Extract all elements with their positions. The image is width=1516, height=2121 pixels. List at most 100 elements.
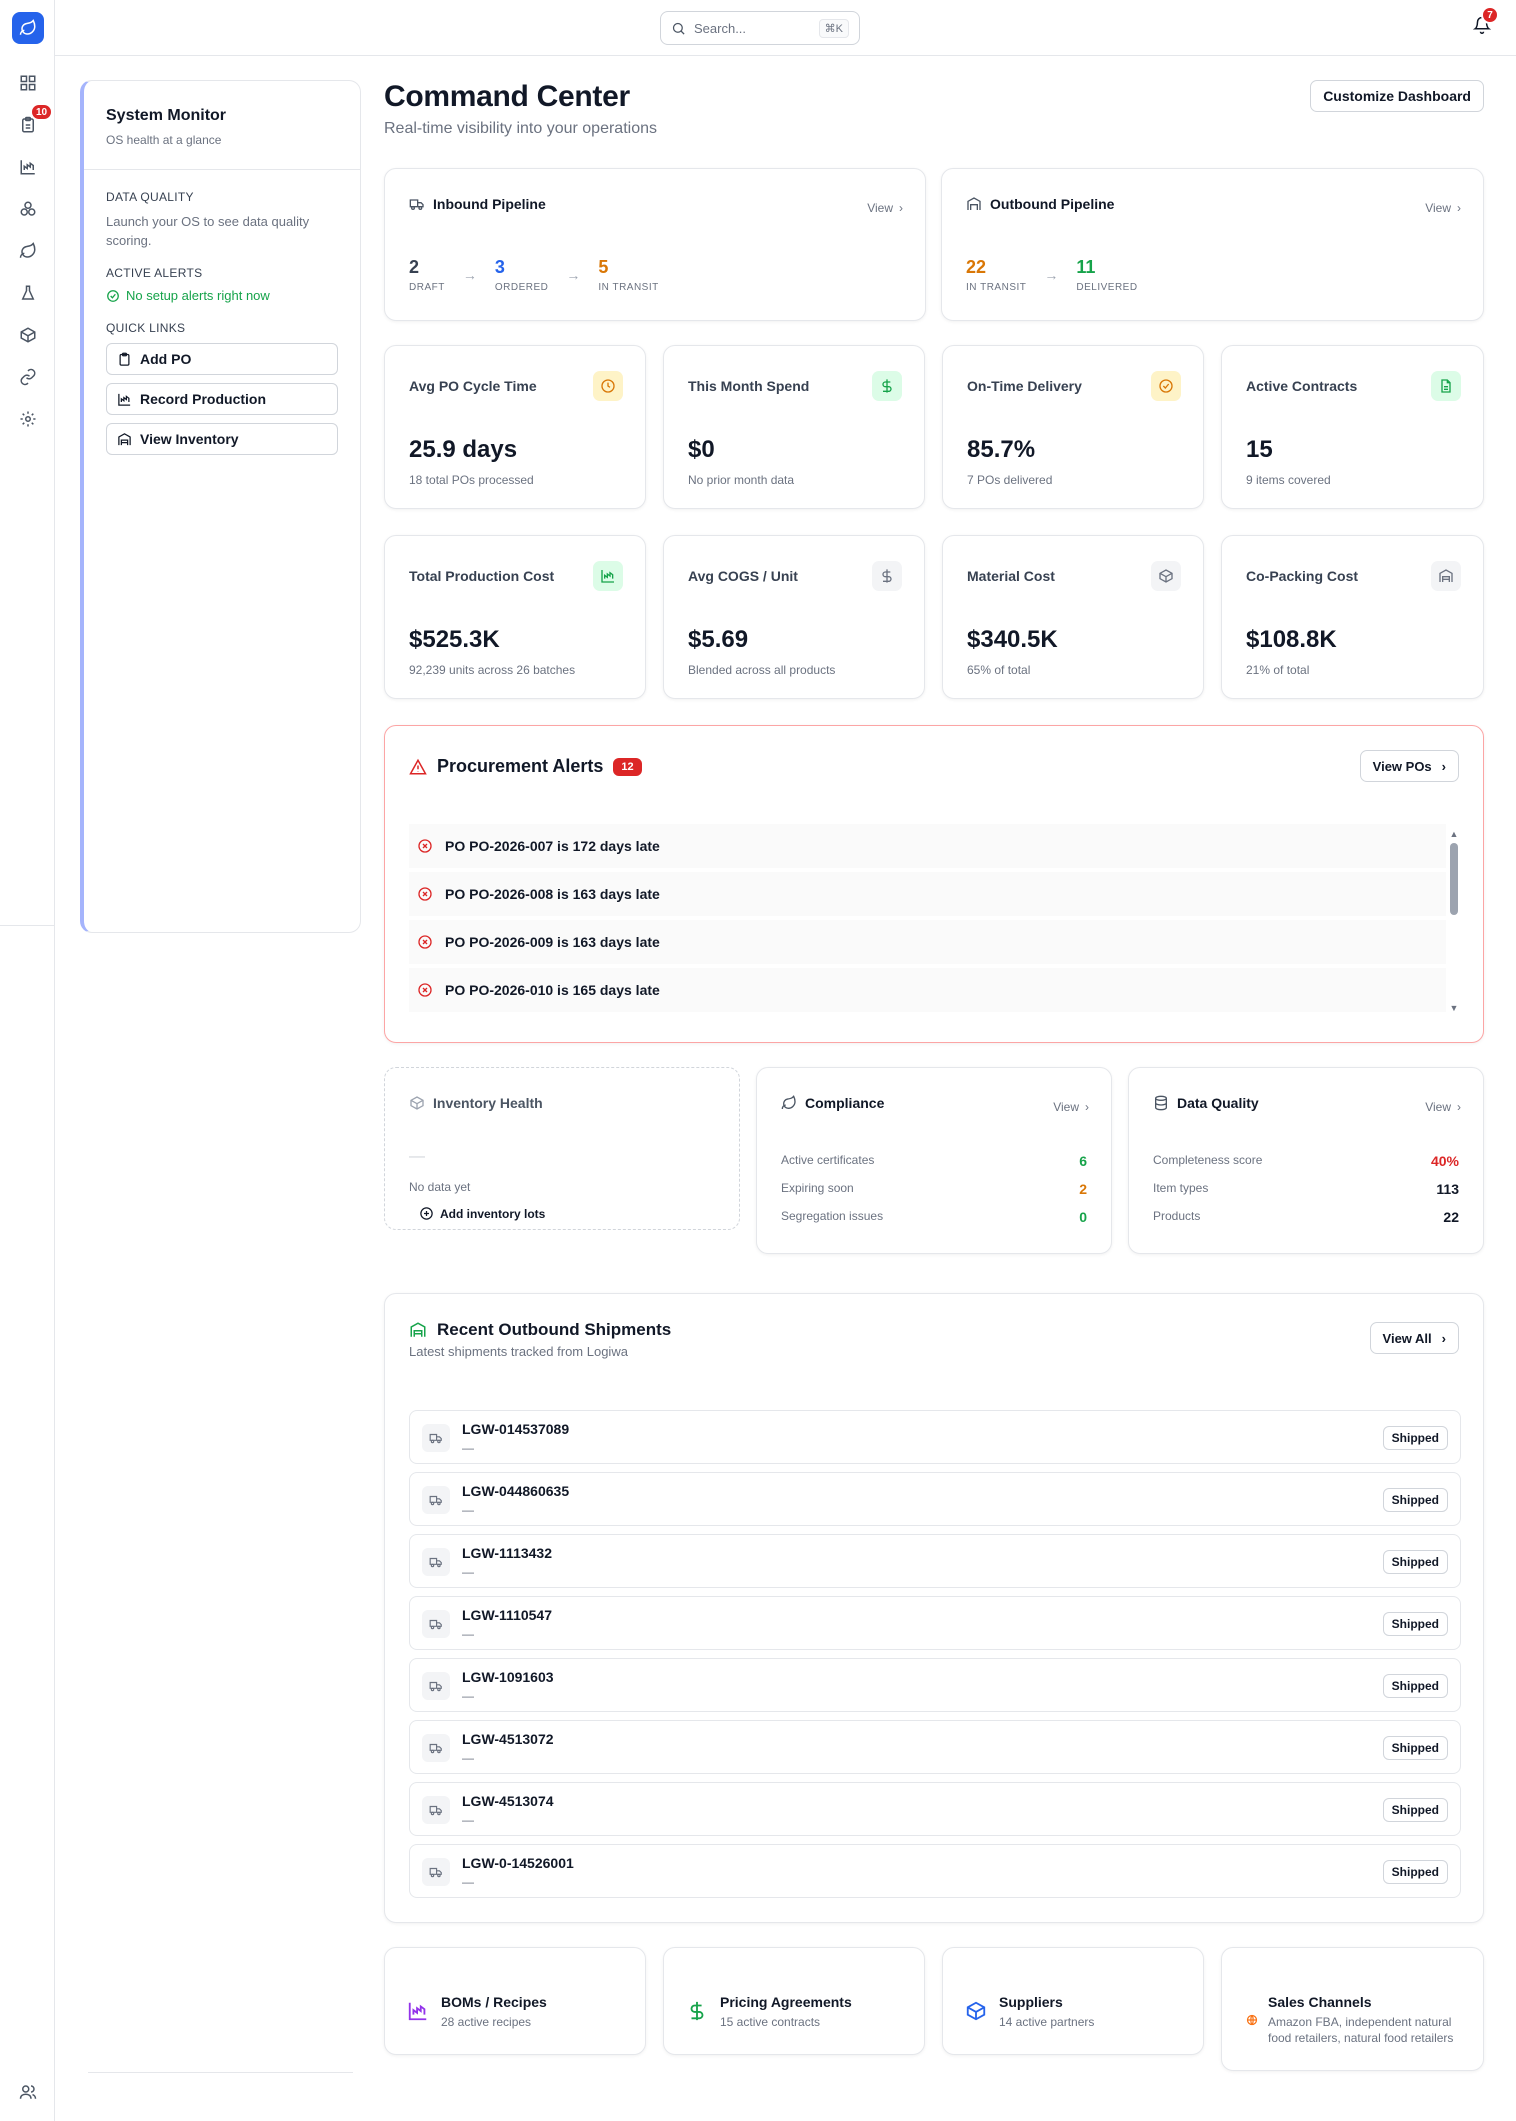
scrollbar-thumb[interactable]	[1450, 843, 1458, 915]
alerts-title: Procurement Alerts	[437, 756, 604, 776]
arrow-right-icon: →	[462, 267, 477, 283]
kpi-material-cost: Material Cost $340.5K 65% of total	[942, 535, 1204, 699]
kpi-on-time-delivery: On-Time Delivery 85.7% 7 POs delivered	[942, 345, 1204, 509]
status-badge: Shipped	[1382, 1426, 1448, 1450]
quick-links-label: QUICK LINKS	[106, 321, 186, 335]
alerts-count-badge: 12	[613, 757, 642, 776]
shipments-title: Recent Outbound Shipments	[437, 1320, 672, 1339]
cubes-icon[interactable]	[16, 197, 40, 221]
settings-icon[interactable]	[16, 407, 40, 431]
top-bar: Search... ⌘K 7	[55, 0, 1516, 56]
truck-icon	[422, 1672, 450, 1700]
link-icon[interactable]	[16, 365, 40, 389]
system-monitor-panel: System Monitor OS health at a glance DAT…	[80, 80, 361, 933]
data-quality-row: Products 22	[1153, 1209, 1459, 1225]
view-all-shipments-button[interactable]: View All ›	[1369, 1322, 1459, 1354]
shipment-row[interactable]: LGW-1113432— Shipped	[409, 1534, 1461, 1588]
sales-channels-card[interactable]: Sales Channels Amazon FBA, independent na…	[1221, 1947, 1484, 2071]
recent-shipments-card: Recent Outbound Shipments Latest shipmen…	[384, 1293, 1484, 1923]
check-circle-icon	[1151, 371, 1181, 401]
shipment-row[interactable]: LGW-4513074— Shipped	[409, 1782, 1461, 1836]
active-alerts-label: ACTIVE ALERTS	[106, 266, 203, 280]
status-badge: Shipped	[1382, 1550, 1448, 1574]
pipeline-stage: 3 ORDERED	[494, 257, 549, 293]
outbound-pipeline-title: Outbound Pipeline	[990, 196, 1115, 212]
shipment-row[interactable]: LGW-044860635— Shipped	[409, 1472, 1461, 1526]
quick-link-add-po[interactable]: Add PO	[106, 343, 338, 375]
compliance-view-link[interactable]: View ›	[1053, 1100, 1089, 1114]
pipeline-stage: 2 DRAFT	[409, 257, 445, 293]
box-icon[interactable]	[16, 323, 40, 347]
app-logo[interactable]	[12, 12, 44, 44]
status-badge: Shipped	[1382, 1860, 1448, 1884]
pricing-agreements-card[interactable]: Pricing Agreements 15 active contracts	[663, 1947, 925, 2055]
kpi-avg-cogs: Avg COGS / Unit $5.69 Blended across all …	[663, 535, 925, 699]
shipment-row[interactable]: LGW-1091603— Shipped	[409, 1658, 1461, 1712]
data-quality-view-link[interactable]: View ›	[1425, 1100, 1461, 1114]
boms-recipes-card[interactable]: BOMs / Recipes 28 active recipes	[384, 1947, 646, 2055]
warehouse-icon	[410, 1322, 426, 1337]
dollar-icon	[872, 561, 902, 591]
globe-icon	[1246, 2014, 1258, 2026]
status-badge: Shipped	[1382, 1798, 1448, 1822]
production-chart-icon	[593, 561, 623, 591]
system-monitor-subtitle: OS health at a glance	[106, 133, 222, 147]
truck-icon	[422, 1486, 450, 1514]
quick-link-record-production[interactable]: Record Production	[106, 383, 338, 415]
shipment-row[interactable]: LGW-4513072— Shipped	[409, 1720, 1461, 1774]
view-pos-button[interactable]: View POs ›	[1359, 750, 1459, 782]
shipment-row[interactable]: LGW-1110547— Shipped	[409, 1596, 1461, 1650]
inbound-view-link[interactable]: View ›	[867, 201, 903, 215]
nav-divider	[0, 925, 55, 926]
kpi-total-production-cost: Total Production Cost $525.3K 92,239 unit…	[384, 535, 646, 699]
system-monitor-title: System Monitor	[106, 107, 227, 124]
clock-icon	[593, 371, 623, 401]
customize-dashboard-button[interactable]: Customize Dashboard	[1310, 80, 1484, 112]
add-inventory-lots-button[interactable]: Add inventory lots	[419, 1206, 545, 1221]
search-icon	[672, 22, 685, 35]
kpi-avg-po-cycle: Avg PO Cycle Time 25.9 days 18 total POs …	[384, 345, 646, 509]
production-chart-icon	[407, 2000, 429, 2022]
plus-circle-icon	[420, 1207, 433, 1220]
outbound-pipeline-card: Outbound Pipeline View › 22 IN TRANSIT → 1…	[941, 168, 1484, 321]
alert-row[interactable]: PO PO-2026-007 is 172 days late	[409, 824, 1446, 868]
data-quality-text: Launch your OS to see data quality scori…	[106, 214, 310, 248]
main-content: Command Center Real-time visibility into…	[384, 80, 1484, 2071]
dollar-icon	[686, 2000, 708, 2022]
alert-row[interactable]: PO PO-2026-008 is 163 days late	[409, 872, 1446, 916]
clipboard-icon	[119, 352, 130, 366]
leaf-icon[interactable]	[16, 239, 40, 263]
users-icon[interactable]	[16, 2080, 40, 2104]
shipment-row[interactable]: LGW-0-14526001— Shipped	[409, 1844, 1461, 1898]
status-badge: Shipped	[1382, 1488, 1448, 1512]
outbound-view-link[interactable]: View ›	[1425, 201, 1461, 215]
error-circle-icon	[418, 983, 432, 997]
footer-divider	[88, 2072, 353, 2073]
shipments-subtitle: Latest shipments tracked from Logiwa	[409, 1344, 628, 1359]
compliance-row: Expiring soon 2	[781, 1181, 1087, 1197]
inventory-health-empty: No data yet	[409, 1180, 471, 1194]
alert-row[interactable]: PO PO-2026-010 is 165 days late	[409, 968, 1446, 1012]
scroll-up-icon[interactable]: ▲	[1449, 829, 1459, 839]
production-chart-icon[interactable]	[16, 155, 40, 179]
shipment-row[interactable]: LGW-014537089— Shipped	[409, 1410, 1461, 1464]
quick-link-view-inventory[interactable]: View Inventory	[106, 423, 338, 455]
truck-icon	[422, 1734, 450, 1762]
inbound-pipeline-card: Inbound Pipeline View › 2 DRAFT → 3 ORDERED…	[384, 168, 926, 321]
error-circle-icon	[418, 839, 432, 853]
truck-icon	[409, 199, 424, 210]
inventory-health-title: Inventory Health	[433, 1095, 543, 1111]
data-quality-label: DATA QUALITY	[106, 190, 194, 204]
dashboard-icon[interactable]	[16, 71, 40, 95]
compliance-row: Segregation issues 0	[781, 1209, 1087, 1225]
suppliers-card[interactable]: Suppliers 14 active partners	[942, 1947, 1204, 2055]
search-input[interactable]: Search... ⌘K	[660, 11, 860, 45]
compliance-card: Compliance View › Active certificates 6 Ex…	[756, 1067, 1112, 1254]
compliance-title: Compliance	[805, 1095, 885, 1111]
alerts-scrollbar[interactable]: ▲ ▼	[1449, 829, 1459, 1013]
status-badge: Shipped	[1382, 1674, 1448, 1698]
flask-icon[interactable]	[16, 281, 40, 305]
notifications-button[interactable]: 7	[1473, 6, 1499, 38]
scroll-down-icon[interactable]: ▼	[1449, 1003, 1459, 1013]
alert-row[interactable]: PO PO-2026-009 is 163 days late	[409, 920, 1446, 964]
